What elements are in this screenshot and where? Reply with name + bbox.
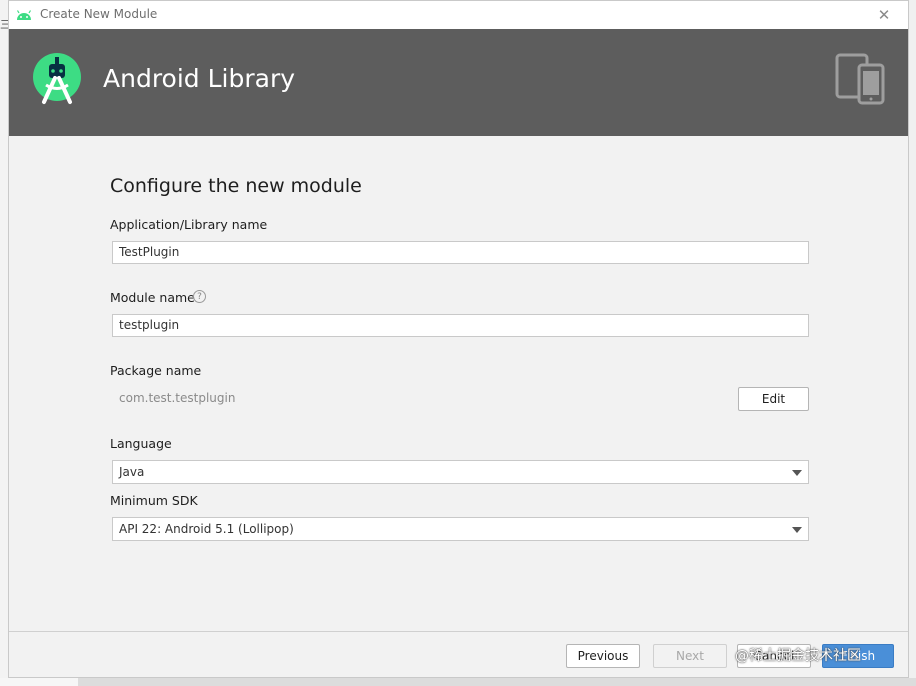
android-icon bbox=[16, 10, 32, 20]
package-name-label: Package name bbox=[110, 363, 202, 378]
background-text: 三 bbox=[0, 18, 8, 31]
wizard-header: Android Library bbox=[9, 29, 908, 136]
app-name-input[interactable]: TestPlugin bbox=[112, 241, 809, 264]
min-sdk-value: API 22: Android 5.1 (Lollipop) bbox=[119, 522, 294, 536]
language-label: Language bbox=[110, 436, 172, 451]
background-left-edge bbox=[0, 0, 8, 686]
module-type-title: Android Library bbox=[103, 64, 296, 93]
chevron-down-icon bbox=[792, 470, 802, 476]
phone-tablet-icon bbox=[835, 53, 885, 105]
form-area: Configure the new module Application/Lib… bbox=[9, 136, 908, 631]
title-bar: Create New Module ✕ bbox=[9, 1, 908, 29]
help-icon[interactable]: ? bbox=[193, 290, 206, 303]
android-studio-logo-icon bbox=[33, 53, 81, 104]
edit-package-button[interactable]: Edit bbox=[738, 387, 809, 411]
previous-button[interactable]: Previous bbox=[566, 644, 640, 668]
next-button[interactable]: Next bbox=[653, 644, 727, 668]
module-name-label: Module name bbox=[110, 290, 195, 305]
window-title: Create New Module bbox=[40, 7, 158, 21]
close-icon[interactable]: ✕ bbox=[873, 4, 895, 26]
watermark: @稀土掘金技术社区 bbox=[735, 648, 861, 664]
language-value: Java bbox=[119, 465, 145, 479]
chevron-down-icon bbox=[792, 527, 802, 533]
package-name-value: com.test.testplugin bbox=[119, 391, 236, 405]
module-name-input[interactable]: testplugin bbox=[112, 314, 809, 337]
create-module-dialog: Create New Module ✕ Android Library Conf… bbox=[8, 0, 909, 678]
language-select[interactable]: Java bbox=[112, 460, 809, 484]
min-sdk-select[interactable]: API 22: Android 5.1 (Lollipop) bbox=[112, 517, 809, 541]
background-right-edge bbox=[909, 0, 916, 686]
app-name-label: Application/Library name bbox=[110, 217, 268, 232]
min-sdk-label: Minimum SDK bbox=[110, 493, 198, 508]
section-title: Configure the new module bbox=[110, 175, 362, 197]
background-taskbar bbox=[78, 678, 916, 686]
